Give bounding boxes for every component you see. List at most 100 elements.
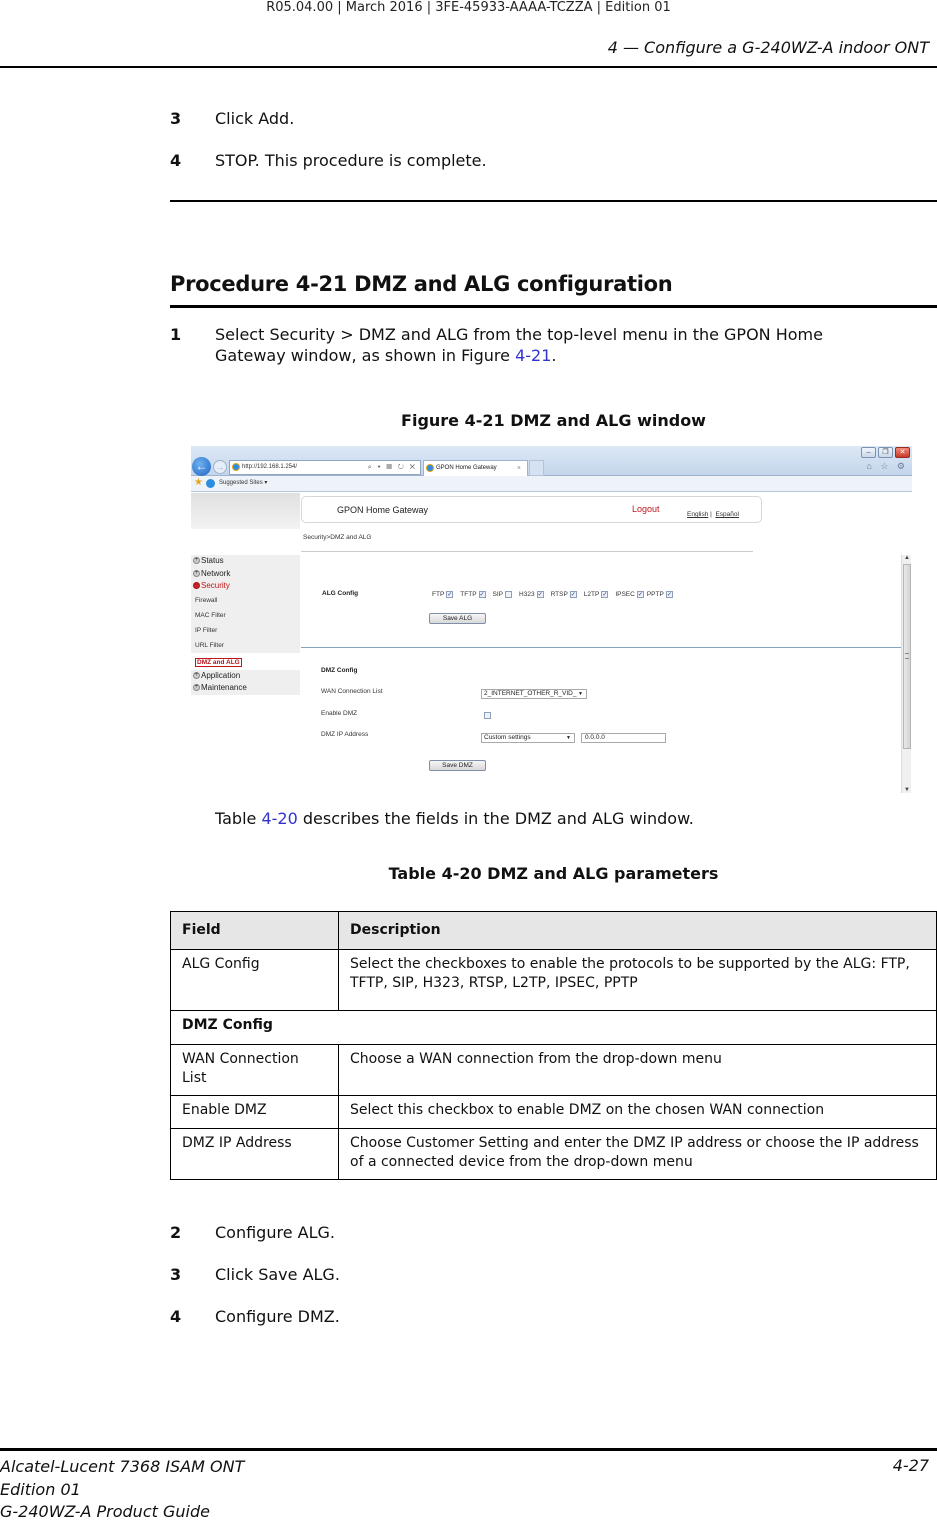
forward-button[interactable]: → <box>213 460 227 474</box>
sidebar-item-label: Maintenance <box>201 683 247 692</box>
expand-icon: + <box>193 569 200 577</box>
alg-protocols: FTP ✓ TFTP ✓ SIP H323 ✓ RTSP ✓ L2TP ✓ IPSEC ✓ … <box>432 591 673 598</box>
select-value: Custom settings <box>484 734 531 741</box>
address-tools-icons[interactable]: ⌕ ▾ ▤ ↻ ✕ <box>368 461 417 474</box>
ie-logo-icon <box>426 464 434 472</box>
browser-tab[interactable]: GPON Home Gateway × <box>423 460 528 476</box>
wan-connection-label: WAN Connection List <box>321 688 383 695</box>
expand-icon: + <box>193 557 200 564</box>
browser-toolbar: ← → http://192.168.1.254/ ⌕ ▾ ▤ ↻ ✕ GPON… <box>191 446 912 476</box>
wan-connection-select[interactable]: 2_INTERNET_OTHER_R_VID_ ▼ <box>481 689 587 699</box>
checkbox[interactable]: ✓ <box>478 591 486 598</box>
checkbox[interactable] <box>505 591 513 598</box>
sidebar-subitem-firewall[interactable]: Firewall <box>191 592 300 608</box>
close-button[interactable]: ✕ <box>895 447 910 458</box>
collapse-icon: − <box>193 582 200 589</box>
footer-edition: Edition 01 <box>0 1480 81 1499</box>
table-row: DMZ IP Address Choose Customer Setting a… <box>170 1128 937 1180</box>
step-number: 4 <box>170 1307 182 1326</box>
column-header-description: Description <box>338 911 937 950</box>
sidebar-item-security[interactable]: − Security <box>191 580 300 593</box>
alg-config-label: ALG Config <box>322 590 359 597</box>
alg-protocol-ftp[interactable]: FTP ✓ <box>432 591 454 599</box>
alg-protocol-tftp[interactable]: TFTP ✓ <box>460 591 486 598</box>
sidebar-subitem-mac-filter[interactable]: MAC Filter <box>191 607 300 623</box>
document-id: R05.04.00 | March 2016 | 3FE-45933-AAAA-… <box>266 0 671 15</box>
tab-title: GPON Home Gateway <box>436 465 497 471</box>
sidebar-item-maintenance[interactable]: + Maintenance <box>191 682 300 695</box>
sidebar-subitem-url-filter[interactable]: URL Filter <box>191 637 300 653</box>
field-cell: ALG Config <box>170 949 339 1011</box>
figure-screenshot: ← → http://192.168.1.254/ ⌕ ▾ ▤ ↻ ✕ GPON… <box>191 446 912 793</box>
table-title: Table 4-20 DMZ and ALG parameters <box>388 864 719 883</box>
expand-icon: + <box>193 684 200 691</box>
dmz-ip-input[interactable]: 0.0.0.0 <box>581 733 666 743</box>
new-tab-button[interactable] <box>529 460 544 476</box>
description-cell: Select the checkboxes to enable the prot… <box>338 949 937 1011</box>
checkbox[interactable]: ✓ <box>446 591 454 598</box>
protocol-label: PPTP <box>646 591 664 599</box>
checkbox[interactable]: ✓ <box>601 591 609 598</box>
address-bar[interactable]: http://192.168.1.254/ ⌕ ▾ ▤ ↻ ✕ <box>229 460 421 475</box>
alg-protocol-ipsec[interactable]: IPSEC ✓ <box>615 591 644 598</box>
chevron-down-icon: ▼ <box>566 735 571 741</box>
protocol-label: FTP <box>432 591 445 599</box>
sidebar-item-status[interactable]: + Status <box>191 555 300 568</box>
spanish-link[interactable]: Español <box>715 511 739 518</box>
expand-icon: + <box>193 671 200 679</box>
protocol-label: RTSP <box>550 591 568 599</box>
sidebar-item-label: Network <box>201 568 231 578</box>
minimize-button[interactable]: – <box>861 447 876 458</box>
table-link[interactable]: 4-20 <box>261 809 297 828</box>
sidebar-subitem-dmz-alg[interactable]: DMZ and ALG <box>191 654 300 670</box>
scroll-down-icon[interactable]: ▼ <box>904 787 910 793</box>
favorites-star-icon[interactable]: ★ <box>194 478 203 488</box>
description-cell: Choose a WAN connection from the drop-do… <box>338 1044 937 1096</box>
scroll-up-icon[interactable]: ▲ <box>904 555 910 561</box>
enable-dmz-checkbox[interactable] <box>484 712 491 719</box>
ie-logo-icon <box>206 479 215 488</box>
tab-close-icon[interactable]: × <box>517 461 521 476</box>
scrollbar[interactable]: ▲ ▼ <box>901 555 911 793</box>
section-divider <box>301 647 901 648</box>
english-link[interactable]: English <box>687 511 708 518</box>
text: describes the fields in the DMZ and ALG … <box>297 809 694 828</box>
field-cell: DMZ IP Address <box>170 1128 339 1180</box>
figure-link[interactable]: 4-21 <box>515 346 551 365</box>
home-favorites-settings-icons[interactable]: ⌂ ☆ ⚙ <box>866 461 908 472</box>
checkbox[interactable]: ✓ <box>569 591 577 598</box>
step-number: 4 <box>170 151 182 170</box>
gateway-page: GPON Home Gateway Logout English | Españ… <box>191 493 912 793</box>
sidebar-item-application[interactable]: + Application <box>191 669 300 682</box>
alg-protocol-h323[interactable]: H323 ✓ <box>519 591 544 598</box>
step-text: Configure ALG. <box>215 1223 335 1242</box>
sidebar-subitem-ip-filter[interactable]: IP Filter <box>191 622 300 638</box>
sidebar-item-network[interactable]: + Network <box>191 567 300 580</box>
column-header-field: Field <box>170 911 339 950</box>
save-dmz-button[interactable]: Save DMZ <box>429 760 486 771</box>
alg-protocol-rtsp[interactable]: RTSP ✓ <box>551 591 577 598</box>
favorites-bar: ★ Suggested Sites ▾ <box>191 476 912 492</box>
table-reference-text: Table 4-20 describes the fields in the D… <box>215 808 915 829</box>
alg-protocol-sip[interactable]: SIP <box>493 591 513 598</box>
alg-protocol-pptp[interactable]: PPTP ✓ <box>647 591 673 598</box>
logout-link[interactable]: Logout <box>632 504 660 514</box>
alg-protocol-l2tp[interactable]: L2TP ✓ <box>584 591 609 598</box>
checkbox[interactable]: ✓ <box>665 591 673 598</box>
window-controls: – ❐ ✕ <box>861 447 910 459</box>
page-number: 4-27 <box>892 1456 929 1475</box>
checkbox[interactable]: ✓ <box>636 591 644 598</box>
footer-product: Alcatel-Lucent 7368 ISAM ONT <box>0 1457 245 1476</box>
protocol-label: IPSEC <box>615 591 635 599</box>
gateway-title: GPON Home Gateway <box>337 505 429 515</box>
restore-button[interactable]: ❐ <box>878 447 893 458</box>
protocol-label: L2TP <box>583 591 600 599</box>
table-header-row: Field Description <box>170 911 937 950</box>
dmz-ip-mode-select[interactable]: Custom settings ▼ <box>481 733 575 743</box>
checkbox[interactable]: ✓ <box>536 591 544 598</box>
back-button[interactable]: ← <box>192 457 211 476</box>
suggested-sites-link[interactable]: Suggested Sites ▾ <box>219 478 267 489</box>
breadcrumb-rule <box>301 551 753 552</box>
save-alg-button[interactable]: Save ALG <box>429 613 486 624</box>
scrollbar-thumb[interactable] <box>903 564 911 749</box>
